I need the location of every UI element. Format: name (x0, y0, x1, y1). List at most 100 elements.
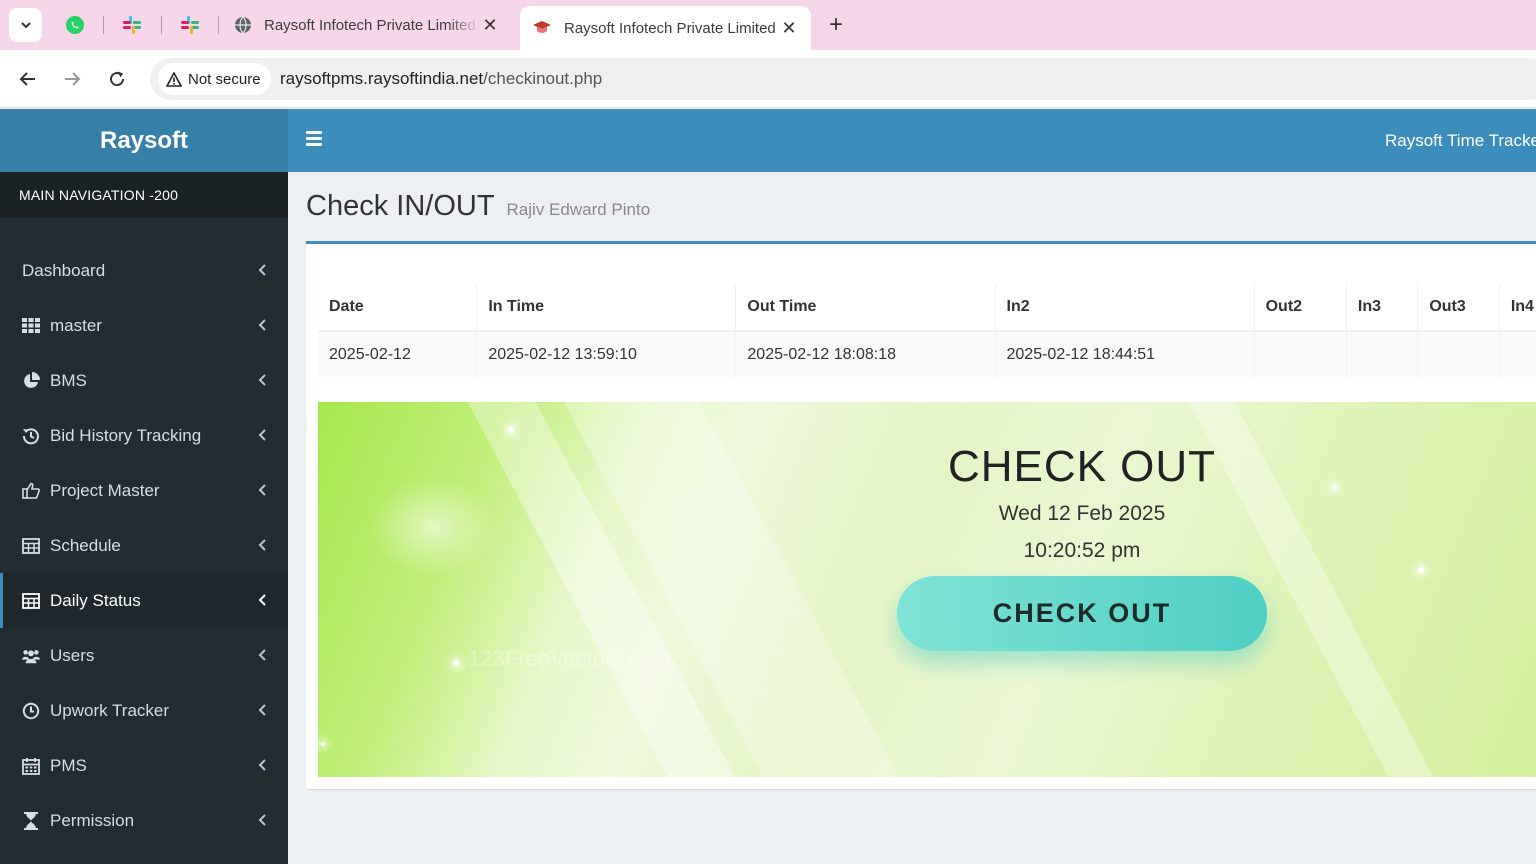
sidebar-item-bid-history-tracking[interactable]: Bid History Tracking (0, 408, 288, 463)
column-header-out3: Out3 (1417, 284, 1500, 332)
sparkle (1418, 567, 1424, 573)
sidebar-item-label: Schedule (50, 535, 121, 555)
chevron-left-icon (255, 372, 271, 388)
tab-separator (218, 16, 219, 34)
cell-out2 (1254, 331, 1347, 377)
sidebar-item-users[interactable]: Users (0, 628, 288, 683)
app-header-title: Raysoft Time Tracker (1385, 131, 1536, 150)
cell-out-time: 2025-02-12 18:08:18 (735, 331, 996, 377)
sidebar-item-label: master (50, 315, 102, 335)
back-button[interactable] (13, 64, 43, 94)
slack-icon (181, 16, 199, 34)
site-info-button[interactable]: Not secure (158, 63, 271, 95)
cell-in2: 2025-02-12 18:44:51 (995, 331, 1255, 377)
close-tab-icon[interactable]: ✕ (480, 15, 500, 36)
arrow-right-icon (65, 72, 81, 86)
page-subtitle: Rajiv Edward Pinto (506, 200, 651, 219)
calendar-icon (22, 757, 40, 775)
close-tab-icon[interactable]: ✕ (779, 18, 799, 39)
sidebar-item-label: Users (50, 645, 95, 665)
reload-button[interactable] (102, 64, 132, 94)
tab-separator (161, 16, 162, 34)
column-header-in3: In3 (1346, 284, 1419, 332)
sidebar-item-daily-status[interactable]: Daily Status (0, 573, 288, 628)
sidebar-item-permission[interactable]: Permission (0, 793, 288, 848)
table-header-row: Date In Time Out Time In2 Out2 In3 Out3 … (318, 284, 1536, 332)
check-out-button[interactable]: CHECK OUT (897, 576, 1267, 651)
graduation-cap-icon (533, 21, 551, 33)
sparkle (321, 742, 325, 746)
pinned-tab-whatsapp[interactable] (60, 10, 90, 40)
globe-icon (235, 16, 251, 34)
current-time: 10:20:52 pm (1023, 539, 1141, 562)
pinned-tab-slack[interactable] (175, 10, 205, 40)
chevron-left-icon (255, 647, 271, 663)
tab-search-button[interactable] (9, 8, 42, 42)
table-icon (22, 537, 40, 554)
clock-icon (22, 702, 40, 720)
content-header: Check IN/OUT Rajiv Edward Pinto (306, 190, 650, 223)
slack-icon (123, 16, 141, 34)
chevron-left-icon (255, 482, 271, 498)
checkout-banner: 123FreeVectors.com CHECK OUT Wed 12 Feb … (318, 402, 1536, 777)
cell-in4 (1499, 331, 1536, 377)
chevron-left-icon (255, 812, 271, 828)
arrow-left-icon (19, 72, 35, 86)
forward-button[interactable] (57, 64, 87, 94)
browser-toolbar: Not secure raysoftpms.raysoftindia.net/c… (0, 50, 1536, 108)
cell-in-time: 2025-02-12 13:59:10 (476, 331, 737, 377)
column-header-out2: Out2 (1254, 284, 1347, 332)
column-header-date: Date (318, 284, 478, 332)
sidebar-item-pms[interactable]: PMS (0, 738, 288, 793)
app-header: Raysoft Time Tracker (288, 109, 1536, 172)
thumbs-up-icon (22, 482, 40, 499)
checkout-heading: CHECK OUT (947, 442, 1217, 491)
browser-tab-active[interactable]: Raysoft Infotech Private Limited ✕ (520, 6, 811, 50)
sparkle (508, 427, 514, 433)
grid-icon (22, 318, 40, 333)
sidebar-item-label: Upwork Tracker (50, 700, 170, 720)
sidebar-item-upwork-tracker[interactable]: Upwork Tracker (0, 683, 288, 738)
nav-header: MAIN NAVIGATION -200 (0, 172, 288, 218)
sidebar-item-label: BMS (50, 370, 87, 390)
hourglass-icon (22, 811, 40, 830)
chevron-left-icon (255, 592, 271, 608)
url-text[interactable]: raysoftpms.raysoftindia.net/checkinout.p… (280, 69, 602, 89)
address-bar[interactable]: Not secure raysoftpms.raysoftindia.net/c… (150, 58, 1536, 100)
tab-separator (103, 16, 104, 34)
sidebar-item-label: Project Master (50, 480, 160, 500)
tab-title: Raysoft Infotech Private Limited (564, 19, 776, 37)
security-label: Not secure (188, 70, 261, 88)
banner-watermark: 123FreeVectors.com (468, 646, 671, 671)
browser-tab[interactable]: Raysoft Infotech Private Limited ✕ (222, 8, 512, 42)
pie-chart-icon (22, 371, 40, 390)
page-title: Check IN/OUT (306, 190, 495, 222)
sidebar-item-label: PMS (50, 755, 87, 775)
column-header-out-time: Out Time (735, 284, 996, 332)
cell-in3 (1346, 331, 1419, 377)
url-host: raysoftpms.raysoftindia.net (280, 69, 484, 88)
history-icon (22, 427, 40, 445)
sidebar-item-bms[interactable]: BMS (0, 353, 288, 408)
sidebar-item-label: Bid History Tracking (50, 425, 202, 445)
sidebar-item-schedule[interactable]: Schedule (0, 518, 288, 573)
new-tab-button[interactable]: + (822, 10, 850, 40)
column-header-in2: In2 (995, 284, 1255, 332)
pinned-tab-slack[interactable] (117, 10, 147, 40)
app-logo[interactable]: Raysoft (0, 109, 288, 172)
chevron-left-icon (255, 427, 271, 443)
tab-title: Raysoft Infotech Private Limited (264, 16, 476, 34)
browser-tab-strip: Raysoft Infotech Private Limited ✕ Rayso… (0, 0, 1536, 50)
sidebar-item-label: Dashboard (22, 260, 106, 280)
chevron-left-icon (255, 757, 271, 773)
cell-date: 2025-02-12 (318, 331, 478, 377)
cell-out3 (1417, 331, 1500, 377)
column-header-in-time: In Time (476, 284, 737, 332)
table-row: 2025-02-12 2025-02-12 13:59:10 2025-02-1… (318, 331, 1536, 377)
sidebar-item-project-master[interactable]: Project Master (0, 463, 288, 518)
menu-toggle-icon[interactable] (306, 131, 322, 149)
sidebar-item-dashboard[interactable]: Dashboard (0, 243, 288, 298)
column-header-in4: In4 (1499, 284, 1536, 332)
checkinout-table: Date In Time Out Time In2 Out2 In3 Out3 … (318, 284, 1536, 377)
sidebar-item-master[interactable]: master (0, 298, 288, 353)
